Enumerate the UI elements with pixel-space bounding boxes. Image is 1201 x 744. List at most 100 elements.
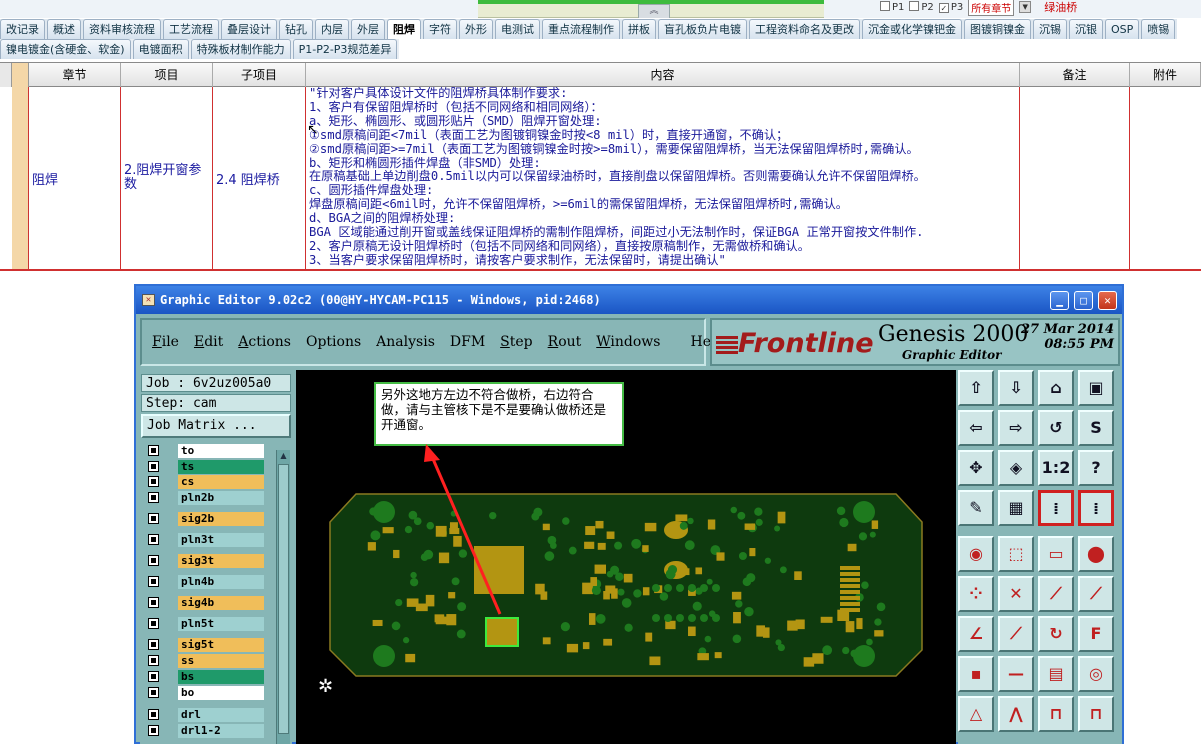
header-subitem[interactable]: 子项目: [213, 63, 306, 87]
zoom-center-icon[interactable]: ◈: [998, 450, 1034, 486]
layer-item[interactable]: cs: [144, 475, 264, 489]
window-title-bar[interactable]: ✕ Graphic Editor 9.02c2 (00@HY-HYCAM-PC1…: [136, 286, 1122, 314]
layer-checkbox[interactable]: [148, 655, 159, 666]
cell-subitem[interactable]: 2.4 阻焊桥: [213, 87, 306, 269]
connect-icon[interactable]: ⁘: [958, 576, 994, 612]
job-matrix-button[interactable]: Job Matrix ...: [141, 414, 291, 438]
layer-checkbox[interactable]: [148, 576, 159, 587]
ruler-icon[interactable]: ▭: [1038, 536, 1074, 572]
chevron-down-icon[interactable]: ▼: [1019, 1, 1032, 13]
layer-checkbox[interactable]: [148, 709, 159, 720]
cross-icon[interactable]: ✕: [998, 576, 1034, 612]
zoom-curve-icon[interactable]: S: [1078, 410, 1114, 446]
tab-row2-0[interactable]: 镍电镀金(含硬金、软金): [0, 39, 131, 59]
tab-6[interactable]: 内层: [315, 19, 349, 39]
filter-p3[interactable]: ✓ P3: [938, 2, 963, 13]
tab-11[interactable]: 电测试: [495, 19, 540, 39]
layer-checkbox[interactable]: [148, 445, 159, 456]
layer-checkbox[interactable]: [148, 597, 159, 608]
layer-item[interactable]: sig4b: [144, 596, 264, 610]
close-button[interactable]: ✕: [1098, 291, 1117, 310]
help-icon[interactable]: ?: [1078, 450, 1114, 486]
right-icon[interactable]: ⇨: [998, 410, 1034, 446]
tab-16[interactable]: 沉金或化学镍钯金: [862, 19, 962, 39]
home-icon[interactable]: ⌂: [1038, 370, 1074, 406]
tab-14[interactable]: 盲孔板负片电镀: [658, 19, 747, 39]
layer-checkbox[interactable]: [148, 513, 159, 524]
layer-checkbox[interactable]: [148, 618, 159, 629]
window-icon[interactable]: ▣: [1078, 370, 1114, 406]
line-icon[interactable]: ⟋: [1038, 576, 1074, 612]
header-item[interactable]: 项目: [121, 63, 213, 87]
tab-3[interactable]: 工艺流程: [163, 19, 219, 39]
menu-windows[interactable]: Windows: [596, 334, 660, 350]
collapse-chevron-icon[interactable]: ︽: [638, 4, 670, 18]
layer-checkbox[interactable]: [148, 534, 159, 545]
pad-add-icon[interactable]: ▪: [958, 656, 994, 692]
minimize-button[interactable]: ▁: [1050, 291, 1069, 310]
cell-content[interactable]: "针对客户具体设计文件的阻焊桥具体制作要求: 1、客户有保留阻焊桥时（包括不同网络…: [306, 87, 1020, 269]
header-remark[interactable]: 备注: [1020, 63, 1130, 87]
layer-checkbox[interactable]: [148, 555, 159, 566]
tab-17[interactable]: 图镀铜镍金: [964, 19, 1031, 39]
tab-13[interactable]: 拼板: [622, 19, 656, 39]
tri2-icon[interactable]: ⋀: [998, 696, 1034, 732]
layer-item[interactable]: sig3t: [144, 554, 264, 568]
layer-item[interactable]: ts: [144, 460, 264, 474]
slash-icon[interactable]: ⟋: [998, 616, 1034, 652]
undo-icon[interactable]: ↺: [1038, 410, 1074, 446]
layer-item[interactable]: drl1-2: [144, 724, 264, 738]
header-chapter[interactable]: 章节: [29, 63, 121, 87]
snap-icon[interactable]: ⁞: [1038, 490, 1074, 526]
layer-item[interactable]: pln5t: [144, 617, 264, 631]
layer-checkbox[interactable]: [148, 639, 159, 650]
zoom-fit-icon[interactable]: ✥: [958, 450, 994, 486]
layer-item[interactable]: pln3t: [144, 533, 264, 547]
cell-remark[interactable]: [1020, 87, 1130, 269]
tab-1[interactable]: 概述: [47, 19, 81, 39]
tab-15[interactable]: 工程资料命名及更改: [749, 19, 860, 39]
layer-item[interactable]: to: [144, 444, 264, 458]
layer-scrollbar[interactable]: ▲: [276, 450, 290, 744]
tab-0[interactable]: 改记录: [0, 19, 45, 39]
arrow-icon[interactable]: ⟋: [1078, 576, 1114, 612]
menu-dfm[interactable]: DFM: [450, 334, 485, 350]
box-icon[interactable]: ▤: [1038, 656, 1074, 692]
flip-icon[interactable]: F: [1078, 616, 1114, 652]
tab-5[interactable]: 钻孔: [279, 19, 313, 39]
left-icon[interactable]: ⇦: [958, 410, 994, 446]
menu-step[interactable]: Step: [500, 334, 532, 350]
tab-row2-1[interactable]: 电镀面积: [132, 39, 189, 59]
maximize-button[interactable]: □: [1074, 291, 1093, 310]
layer-checkbox[interactable]: [148, 492, 159, 503]
menu-rout[interactable]: Rout: [548, 334, 582, 350]
tab-20[interactable]: OSP: [1105, 19, 1140, 39]
tab-2[interactable]: 资料审核流程: [83, 19, 161, 39]
grid-icon[interactable]: ▦: [998, 490, 1034, 526]
tab-8[interactable]: 阻焊: [387, 19, 421, 39]
angle-icon[interactable]: ∠: [958, 616, 994, 652]
menu-file[interactable]: File: [152, 334, 179, 350]
tab-row2-2[interactable]: 特殊板材制作能力: [190, 39, 291, 59]
layer-checkbox[interactable]: [148, 461, 159, 472]
layer-item[interactable]: drl: [144, 708, 264, 722]
select-icon[interactable]: ⬚: [998, 536, 1034, 572]
tab-4[interactable]: 叠层设计: [221, 19, 277, 39]
filter-p1[interactable]: P1: [880, 1, 904, 13]
tri1-icon[interactable]: △: [958, 696, 994, 732]
layer-item[interactable]: sig5t: [144, 638, 264, 652]
layer-checkbox[interactable]: [148, 476, 159, 487]
menu-edit[interactable]: Edit: [194, 334, 223, 350]
rotate-icon[interactable]: ↻: [1038, 616, 1074, 652]
pad-icon[interactable]: ⬤: [1078, 536, 1114, 572]
record-icon[interactable]: ◉: [958, 536, 994, 572]
menu-analysis[interactable]: Analysis: [376, 334, 435, 350]
table-row[interactable]: 阻焊 2.阻焊开窗参数 2.4 阻焊桥 "针对客户具体设计文件的阻焊桥具体制作要…: [0, 87, 1201, 271]
layer-item[interactable]: sig2b: [144, 512, 264, 526]
save-icon[interactable]: ⇩: [998, 370, 1034, 406]
tab-9[interactable]: 字符: [423, 19, 457, 39]
tab-row2-3[interactable]: P1-P2-P3规范差异: [292, 39, 398, 59]
circle-add-icon[interactable]: ◎: [1078, 656, 1114, 692]
cell-item[interactable]: 2.阻焊开窗参数: [121, 87, 213, 269]
layer-item[interactable]: pln4b: [144, 575, 264, 589]
